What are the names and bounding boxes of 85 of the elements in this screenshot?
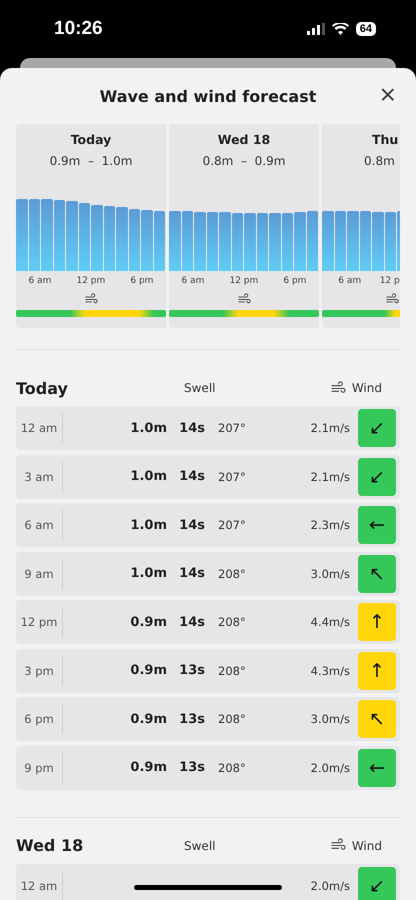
wind-speed: 3.0m/s — [310, 566, 350, 580]
wind-arrow-badge: ↙ — [358, 866, 396, 900]
row-time: 12 am — [16, 870, 63, 900]
day-label: Today — [70, 132, 112, 147]
time-tick: 12 pm — [76, 276, 106, 286]
wind-arrow-badge: ↖ — [358, 554, 396, 592]
time-tick: 6 am — [28, 276, 52, 286]
wind-speed: 2.1m/s — [310, 470, 350, 484]
swell-direction: 207° — [218, 470, 246, 484]
time-tick: 6 pm — [283, 276, 306, 286]
swell-period: 14s — [178, 420, 205, 436]
swell-height: 0.9m — [129, 663, 167, 678]
sheet-title: Wave and wind forecast — [100, 86, 316, 106]
row-time: 3 pm — [16, 656, 63, 686]
row-time: 3 am — [16, 462, 63, 492]
wind-arrow-badge: ↑ — [358, 603, 396, 641]
wind-arrow-badge: ↙ — [358, 458, 396, 496]
wind-arrow-badge: ← — [358, 506, 396, 544]
wifi-icon — [332, 23, 349, 35]
day-card[interactable]: Thu 0.8m 6 am 12 p — [322, 124, 400, 328]
wind-speed: 2.1m/s — [310, 421, 350, 435]
day-label: Wed 18 — [218, 132, 270, 147]
swell-height: 0.9m — [129, 760, 167, 775]
swell-period: 14s — [178, 614, 205, 630]
swell-direction: 208° — [218, 760, 246, 774]
swell-height: 1.0m — [129, 518, 167, 532]
row-time: 9 pm — [16, 752, 63, 782]
day-card[interactable]: Wed 18 0.8m – 0.9m 6 am 12 pm 6 pm — [169, 124, 319, 328]
wind-speed: 3.0m/s — [310, 712, 350, 726]
time-tick: 12 pm — [229, 276, 258, 286]
swell-height: 1.0m — [129, 566, 167, 581]
wind-arrow-badge: ↙ — [358, 409, 396, 447]
swell-direction: 208° — [218, 566, 246, 580]
swell-height: 0.9m — [129, 614, 167, 630]
battery-level: 64 — [356, 22, 376, 36]
wind-label: Wind — [352, 838, 382, 852]
swell-direction: 208° — [218, 712, 246, 726]
swell-period: 13s — [178, 663, 205, 678]
row-time: 6 am — [16, 510, 63, 540]
swell-height: 1.0m — [129, 469, 167, 484]
row-time: 12 am — [16, 413, 63, 443]
wind-icon — [84, 293, 98, 306]
wind-icon — [330, 380, 346, 396]
time-tick: 6 pm — [130, 276, 154, 286]
wind-speed: 4.3m/s — [310, 664, 350, 678]
swell-period: 14s — [178, 518, 205, 532]
time-tick: 12 p — [380, 276, 400, 286]
row-time: 6 pm — [16, 704, 63, 734]
swell-direction: 207° — [218, 518, 246, 532]
wind-icon — [386, 293, 399, 306]
wave-range: 0.8m — [363, 154, 395, 168]
wave-range: 0.8m – 0.9m — [202, 154, 286, 168]
swell-period: 14s — [178, 566, 205, 581]
swell-period: 13s — [178, 760, 205, 775]
wind-icon — [238, 293, 250, 306]
row-time: 9 am — [16, 558, 63, 588]
day-card[interactable]: Today 0.9m – 1.0m 6 am 12 pm 6 pm — [16, 124, 166, 328]
wind-label: Wind — [352, 381, 382, 395]
wind-icon — [330, 838, 346, 853]
time-tick: 6 am — [182, 276, 204, 286]
swell-height: 1.0m — [129, 420, 167, 436]
wind-speed: 2.0m/s — [310, 760, 350, 774]
day-label: Thu — [371, 132, 398, 147]
swell-height: 0.9m — [129, 712, 167, 726]
time-tick: 6 am — [338, 276, 362, 286]
wave-range: 0.9m – 1.0m — [50, 154, 132, 168]
wind-arrow-badge: ← — [358, 748, 396, 786]
wind-speed: 2.3m/s — [310, 518, 350, 532]
clock-time: 10:26 — [54, 18, 103, 40]
swell-direction: 208° — [218, 664, 246, 678]
close-button[interactable]: × — [380, 82, 396, 108]
wind-arrow-badge: ↖ — [358, 700, 396, 738]
swell-direction: 207° — [218, 421, 246, 435]
wind-speed: 4.4m/s — [310, 615, 350, 629]
signal-icon — [306, 23, 325, 35]
swell-period: 13s — [178, 712, 205, 726]
wind-speed: 2.0m/s — [310, 878, 350, 892]
row-time: 12 pm — [16, 607, 63, 637]
swell-period: 14s — [178, 469, 205, 484]
wind-arrow-badge: ↑ — [358, 652, 396, 690]
swell-direction: 208° — [218, 615, 246, 629]
day-title: Today — [16, 378, 69, 398]
swell-label: Swell — [184, 838, 216, 852]
swell-label: Swell — [184, 381, 216, 395]
day-title: Wed 18 — [16, 836, 84, 855]
